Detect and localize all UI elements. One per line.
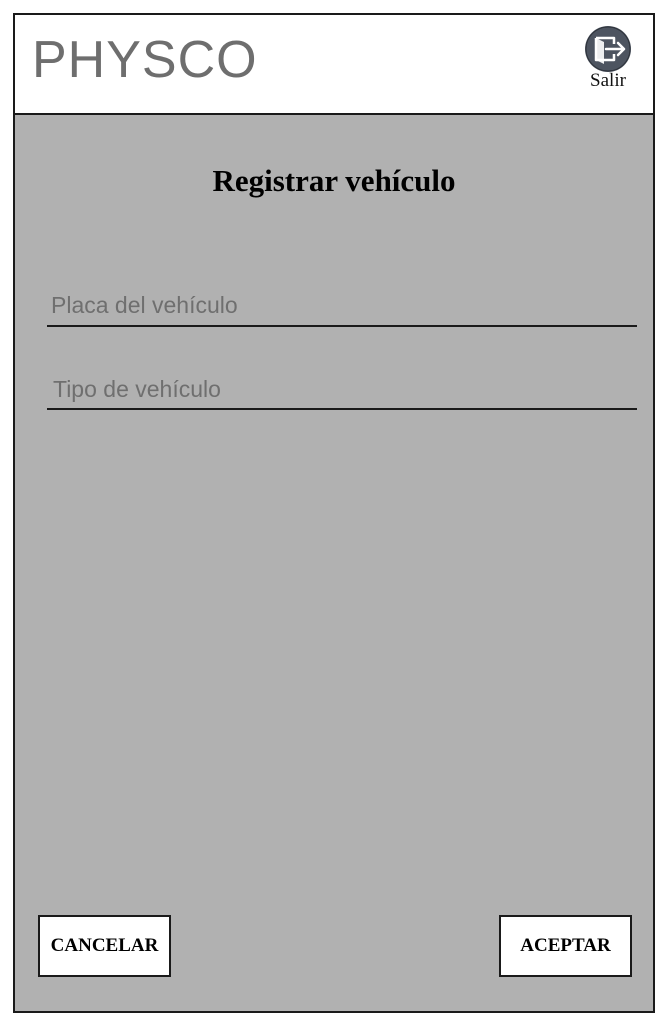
logout-icon[interactable] <box>584 25 632 73</box>
form-title: Registrar vehículo <box>212 163 456 198</box>
logout-button[interactable]: Salir <box>583 25 633 101</box>
cancel-button[interactable]: CANCELAR <box>38 915 171 977</box>
vehicle-plate-input[interactable] <box>47 285 637 327</box>
vehicle-type-input[interactable] <box>47 370 637 410</box>
app-title: PHYSCO <box>32 31 258 89</box>
app-header: PHYSCO Salir <box>15 15 653 115</box>
accept-button[interactable]: ACEPTAR <box>499 915 632 977</box>
app-frame: PHYSCO Salir Registrar vehículo CANCELAR… <box>13 13 655 1013</box>
logout-label[interactable]: Salir <box>583 71 633 91</box>
